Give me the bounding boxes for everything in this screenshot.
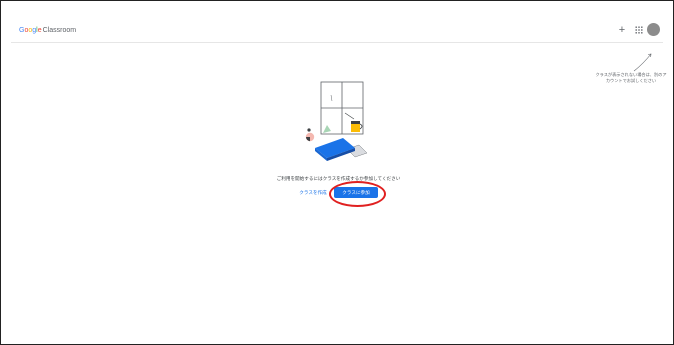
annotation-highlight-circle (329, 181, 386, 207)
top-app-bar: GoogleClassroom + (11, 21, 663, 43)
classroom-page: GoogleClassroom + クラスが表示されない場合は、別のアカウントで… (0, 0, 674, 345)
logo-letter: e (37, 27, 42, 34)
apps-grid-icon[interactable] (635, 26, 643, 34)
account-hint-text: クラスが表示されない場合は、別のアカウントでお試しください (595, 72, 667, 83)
create-class-button[interactable]: クラスを作成 (295, 188, 331, 198)
empty-state-illustration (305, 81, 368, 161)
plus-icon[interactable]: + (617, 24, 627, 36)
avatar[interactable] (647, 23, 660, 36)
get-started-message: ご利用を開始するにはクラスを作成するか参加してください (276, 176, 401, 181)
hint-arrow-icon (633, 53, 652, 72)
google-classroom-logo[interactable]: GoogleClassroom (19, 26, 76, 36)
product-name: Classroom (42, 27, 77, 34)
